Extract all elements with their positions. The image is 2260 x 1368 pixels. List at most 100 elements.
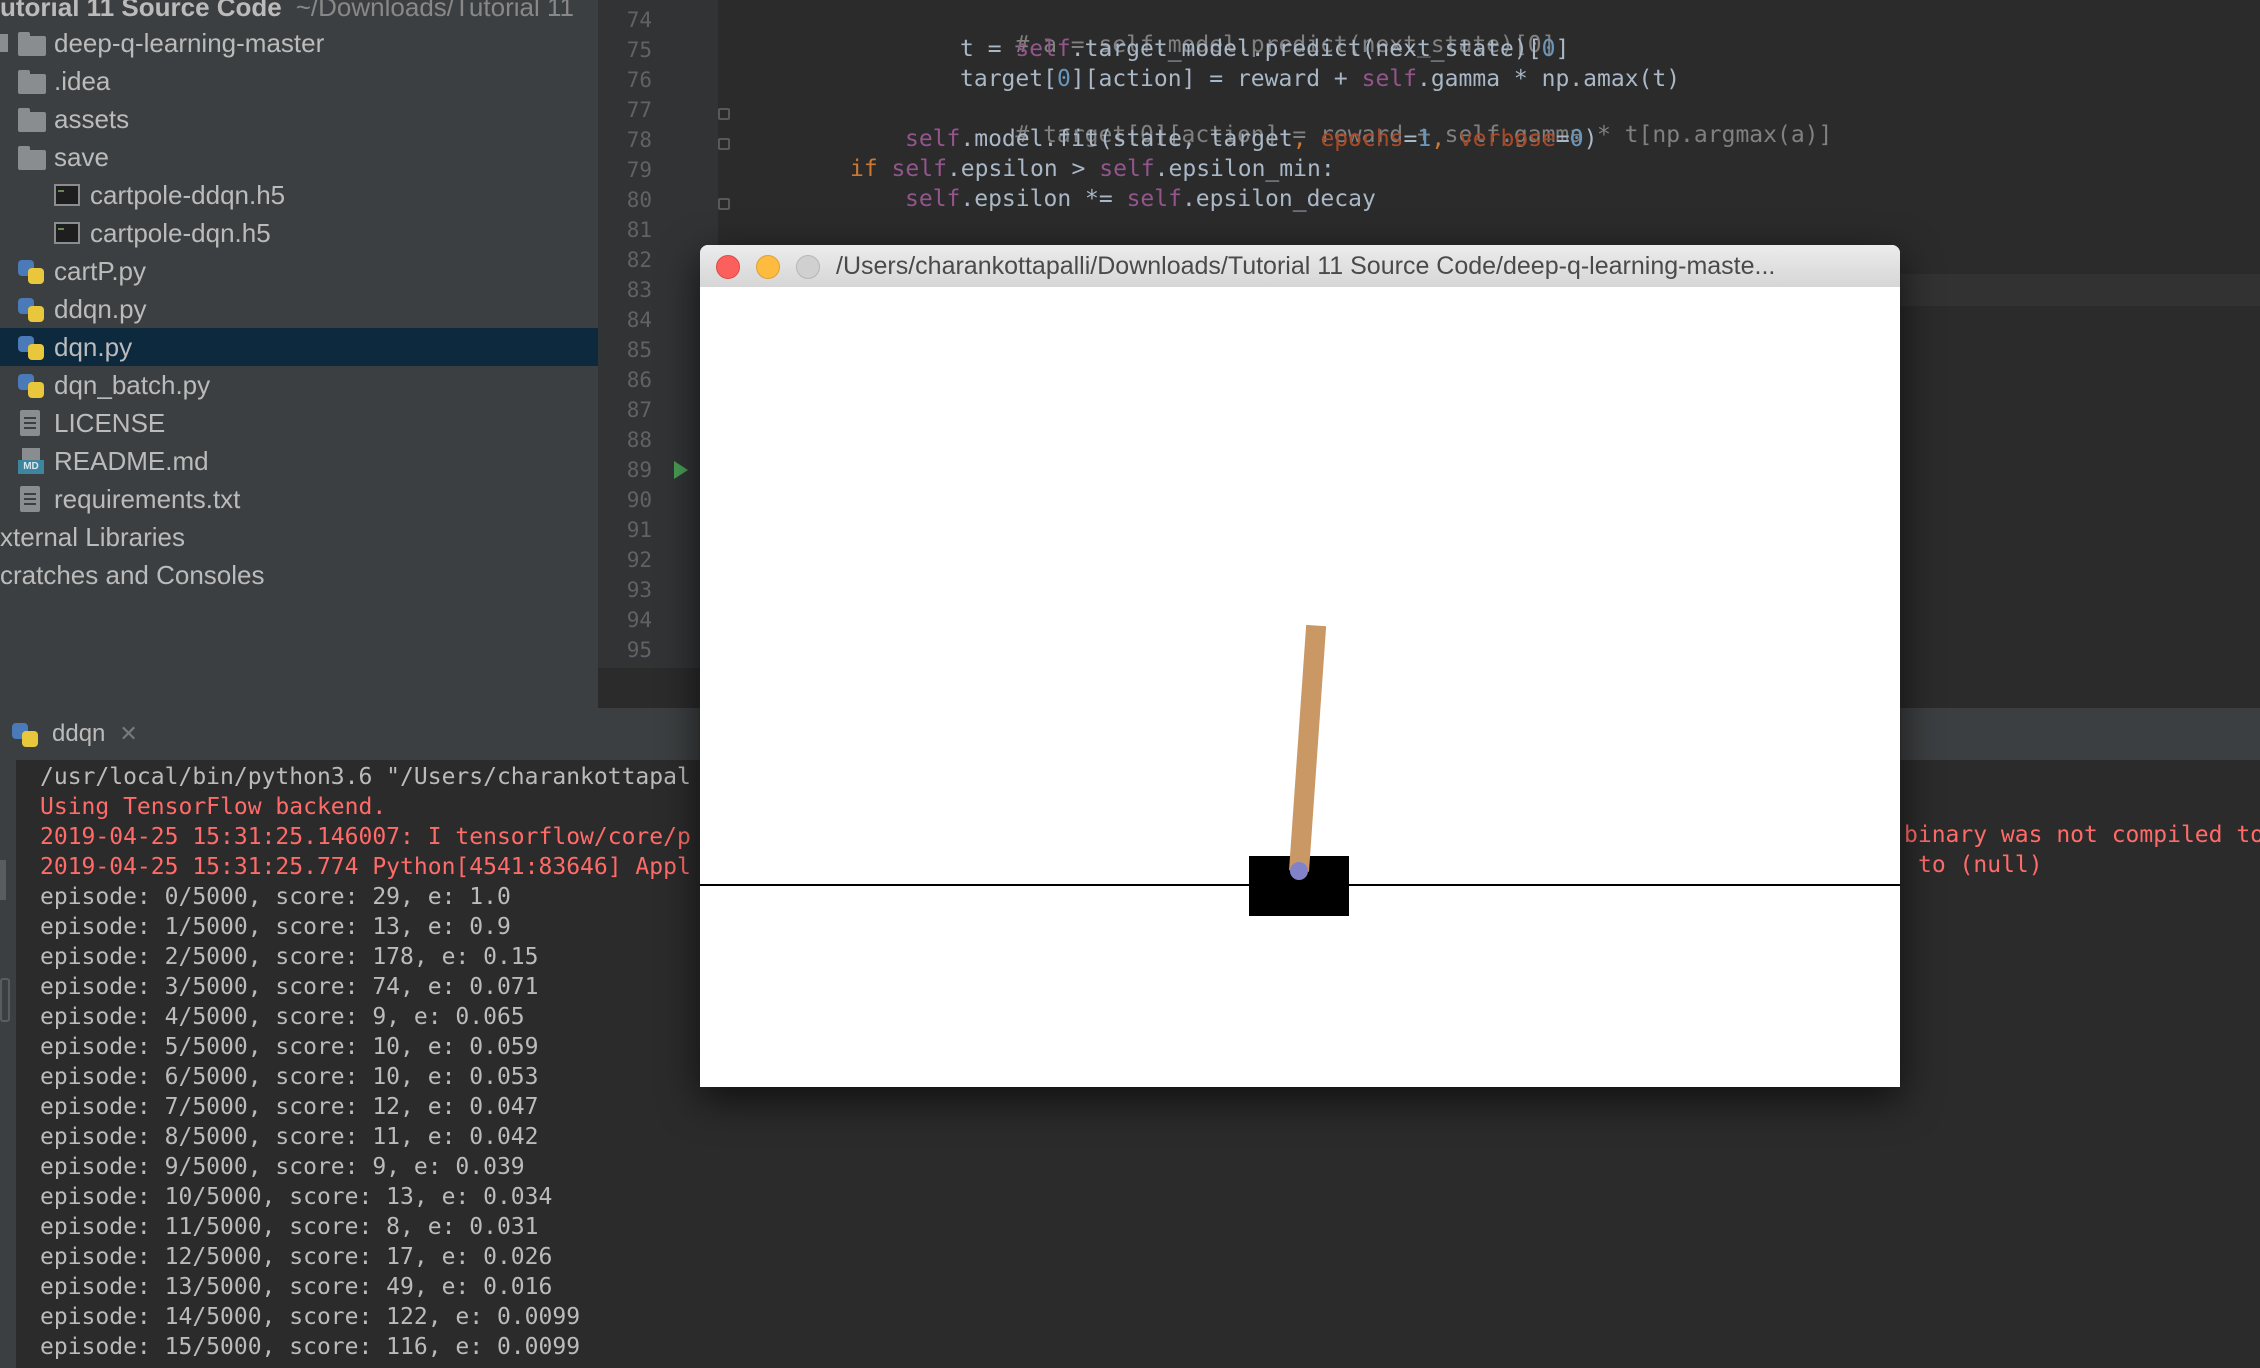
tree-item[interactable]: requirements.txt: [0, 480, 598, 518]
python-file-icon: [16, 258, 46, 284]
fold-marker-icon[interactable]: [718, 198, 730, 210]
fold-marker-icon[interactable]: [718, 108, 730, 120]
tree-item[interactable]: deep-q-learning-master: [0, 24, 598, 62]
line-number: 90: [626, 488, 652, 512]
tree-item[interactable]: LICENSE: [0, 404, 598, 442]
close-tab-icon[interactable]: ✕: [119, 721, 137, 747]
tree-item[interactable]: cratches and Consoles: [0, 556, 598, 594]
console-line: episode: 4/5000, score: 9, e: 0.065: [40, 1004, 525, 1030]
python-icon: [10, 721, 40, 747]
tree-item-label: xternal Libraries: [0, 521, 185, 552]
folder-icon: [16, 144, 46, 170]
console-line: episode: 14/5000, score: 122, e: 0.0099: [40, 1304, 581, 1330]
line-number: 82: [626, 248, 652, 272]
run-toolbar-marker: [0, 860, 6, 900]
tree-item-label: requirements.txt: [54, 483, 241, 514]
code-line-79: if self.epsilon > self.epsilon_min:: [850, 156, 1335, 182]
console-line: episode: 2/5000, score: 178, e: 0.15: [40, 944, 539, 970]
code-line-80: self.epsilon *= self.epsilon_decay: [905, 186, 1376, 212]
line-number: 74: [626, 8, 652, 32]
fold-marker-icon[interactable]: [718, 138, 730, 150]
line-number: 81: [626, 218, 652, 242]
tree-item-label: cartP.py: [54, 255, 147, 286]
line-number: 79: [626, 158, 652, 182]
tree-item[interactable]: ddqn.py: [0, 290, 598, 328]
axle: [1290, 862, 1308, 880]
line-number: 87: [626, 398, 652, 422]
line-number: 93: [626, 578, 652, 602]
expand-arrow-icon[interactable]: [0, 34, 8, 52]
tree-item-label: ddqn.py: [54, 293, 147, 324]
tree-item[interactable]: cartpole-ddqn.h5: [0, 176, 598, 214]
line-number: 88: [626, 428, 652, 452]
pole-group: [1289, 624, 1327, 872]
window-titlebar[interactable]: /Users/charankottapalli/Downloads/Tutori…: [700, 245, 1900, 288]
current-line-highlight: [1898, 274, 2260, 306]
python-file-icon: [16, 296, 46, 322]
h5-file-icon: [52, 220, 82, 246]
line-number: 89: [626, 458, 652, 482]
minimize-window-button[interactable]: [756, 255, 780, 279]
cartpole-render-window[interactable]: /Users/charankottapalli/Downloads/Tutori…: [700, 245, 1900, 1087]
text-file-icon: [16, 410, 46, 436]
console-line: episode: 1/5000, score: 13, e: 0.9: [40, 914, 511, 940]
line-number: 80: [626, 188, 652, 212]
folder-open-icon: [16, 30, 46, 56]
console-line: episode: 15/5000, score: 116, e: 0.0099: [40, 1334, 581, 1360]
tree-item[interactable]: README.md: [0, 442, 598, 480]
tree-item-label: dqn.py: [54, 331, 133, 362]
tree-item[interactable]: dqn.py: [0, 328, 598, 366]
tree-item-label: cartpole-ddqn.h5: [90, 179, 286, 210]
console-line: episode: 13/5000, score: 49, e: 0.016: [40, 1274, 553, 1300]
run-toolbar: [0, 760, 16, 1368]
tree-item[interactable]: assets: [0, 100, 598, 138]
scroll-to-end-icon[interactable]: [0, 978, 10, 1022]
console-line: episode: 0/5000, score: 29, e: 1.0: [40, 884, 511, 910]
run-tab-label: ddqn: [52, 720, 106, 747]
project-header[interactable]: utorial 11 Source Code ~/Downloads/Tutor…: [0, 0, 598, 26]
line-number: 83: [626, 278, 652, 302]
run-gutter-icon[interactable]: [674, 461, 688, 479]
tree-item[interactable]: xternal Libraries: [0, 518, 598, 556]
tree-item-label: cartpole-dqn.h5: [90, 217, 271, 248]
console-line: episode: 6/5000, score: 10, e: 0.053: [40, 1064, 539, 1090]
close-window-button[interactable]: [716, 255, 740, 279]
tree-item-label: .idea: [54, 65, 111, 96]
line-number: 94: [626, 608, 652, 632]
console-line: episode: 9/5000, score: 9, e: 0.039: [40, 1154, 525, 1180]
console-line-tail: to (null): [1918, 852, 2043, 878]
line-number: 78: [626, 128, 652, 152]
pole: [1289, 624, 1327, 872]
tree-item-label: README.md: [54, 445, 209, 476]
python-file-icon: [16, 372, 46, 398]
console-line: episode: 3/5000, score: 74, e: 0.071: [40, 974, 539, 1000]
console-line: Using TensorFlow backend.: [40, 794, 387, 820]
tree-item-label: dqn_batch.py: [54, 369, 211, 400]
zoom-window-button[interactable]: [796, 255, 820, 279]
line-number: 76: [626, 68, 652, 92]
line-number: 75: [626, 38, 652, 62]
cartpole-scene: [700, 624, 1900, 916]
project-title: utorial 11 Source Code: [0, 0, 282, 22]
tree-item-label: deep-q-learning-master: [54, 27, 325, 58]
console-line: episode: 12/5000, score: 17, e: 0.026: [40, 1244, 553, 1270]
tree-item[interactable]: .idea: [0, 62, 598, 100]
code-line-78: self.model.fit(state, target, epochs=1, …: [905, 126, 1598, 152]
text-file-icon: [16, 486, 46, 512]
line-number: 91: [626, 518, 652, 542]
tree-item[interactable]: cartP.py: [0, 252, 598, 290]
tree-item[interactable]: cartpole-dqn.h5: [0, 214, 598, 252]
code-line-76: target[0][action] = reward + self.gamma …: [960, 66, 1681, 92]
tree-item[interactable]: save: [0, 138, 598, 176]
console-line: episode: 8/5000, score: 11, e: 0.042: [40, 1124, 539, 1150]
console-line: episode: 7/5000, score: 12, e: 0.047: [40, 1094, 539, 1120]
window-title: /Users/charankottapalli/Downloads/Tutori…: [836, 252, 1776, 280]
run-tab-ddqn[interactable]: ddqn ✕: [0, 708, 148, 760]
markdown-file-icon: [16, 448, 46, 474]
python-file-icon: [16, 334, 46, 360]
tree-item-label: assets: [54, 103, 130, 134]
tree-item[interactable]: dqn_batch.py: [0, 366, 598, 404]
tree-item-label: LICENSE: [54, 407, 166, 438]
code-line-75: t = self.target_model.predict(next_state…: [960, 36, 1570, 62]
console-line: episode: 11/5000, score: 8, e: 0.031: [40, 1214, 539, 1240]
